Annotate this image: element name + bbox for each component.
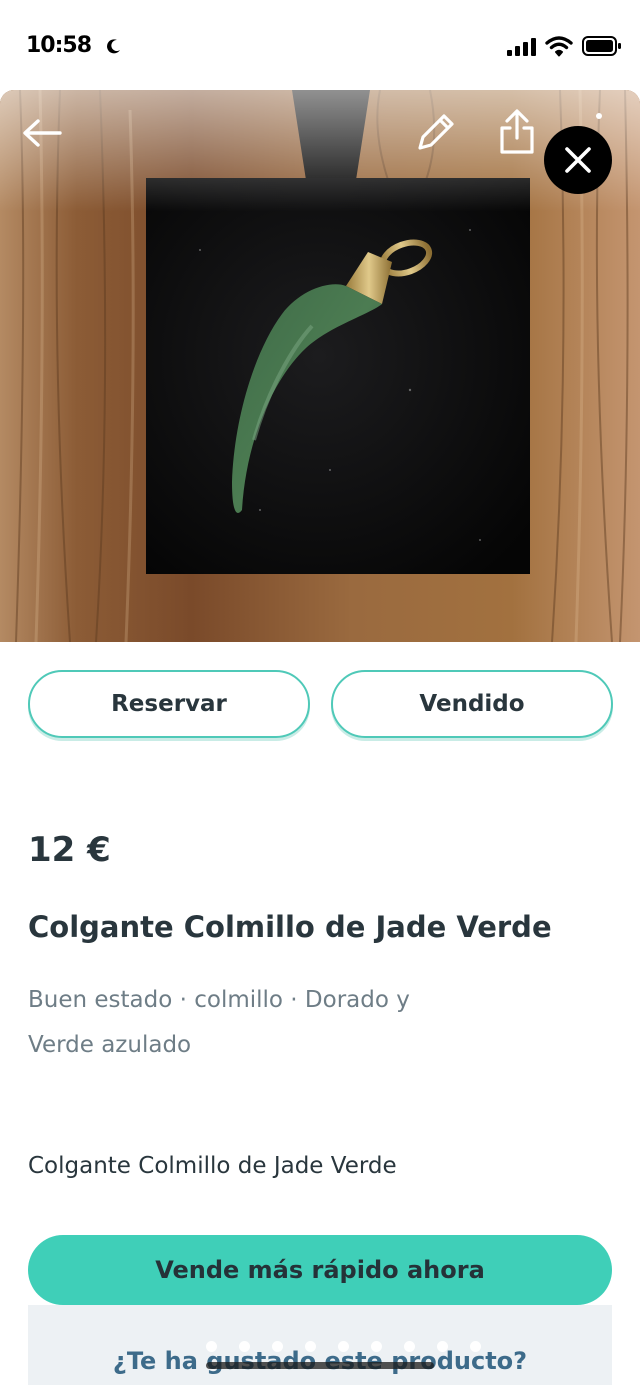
moon-icon [107, 39, 120, 54]
wifi-icon [545, 36, 573, 57]
listing-actions: Reservar Vendido [28, 670, 613, 738]
pencil-icon[interactable] [412, 110, 458, 156]
attributes-line: Verde azulado [28, 1032, 192, 1058]
close-button[interactable] [544, 126, 612, 194]
product-attributes: Buen estado · colmillo · Dorado y Verde … [28, 978, 498, 1068]
product-detail-screen: 10:58 Reservar Vendido 12 € Colgante Col… [0, 0, 640, 1385]
sell-faster-button[interactable]: Vende más rápido ahora [28, 1235, 612, 1305]
liked-question[interactable]: ¿Te ha gustado este producto? [28, 1347, 612, 1375]
liked-product-card: ¿Te ha gustado este producto? [28, 1305, 612, 1385]
home-indicator[interactable] [206, 1362, 434, 1369]
status-time: 10:58 [26, 33, 92, 58]
product-image [0, 90, 640, 642]
attributes-line: Buen estado · colmillo · Dorado y [28, 987, 410, 1013]
reserve-button[interactable]: Reservar [28, 670, 310, 738]
share-icon[interactable] [494, 108, 540, 156]
product-description: Colgante Colmillo de Jade Verde [28, 1153, 397, 1179]
product-photo[interactable] [0, 90, 640, 642]
product-title: Colgante Colmillo de Jade Verde [28, 910, 552, 944]
sold-button[interactable]: Vendido [331, 670, 613, 738]
arrow-left-icon[interactable] [22, 118, 62, 148]
product-price: 12 € [28, 830, 111, 870]
battery-icon [582, 36, 621, 56]
status-bar: 10:58 [0, 0, 640, 90]
signal-icon [507, 38, 536, 56]
close-icon [565, 147, 591, 173]
